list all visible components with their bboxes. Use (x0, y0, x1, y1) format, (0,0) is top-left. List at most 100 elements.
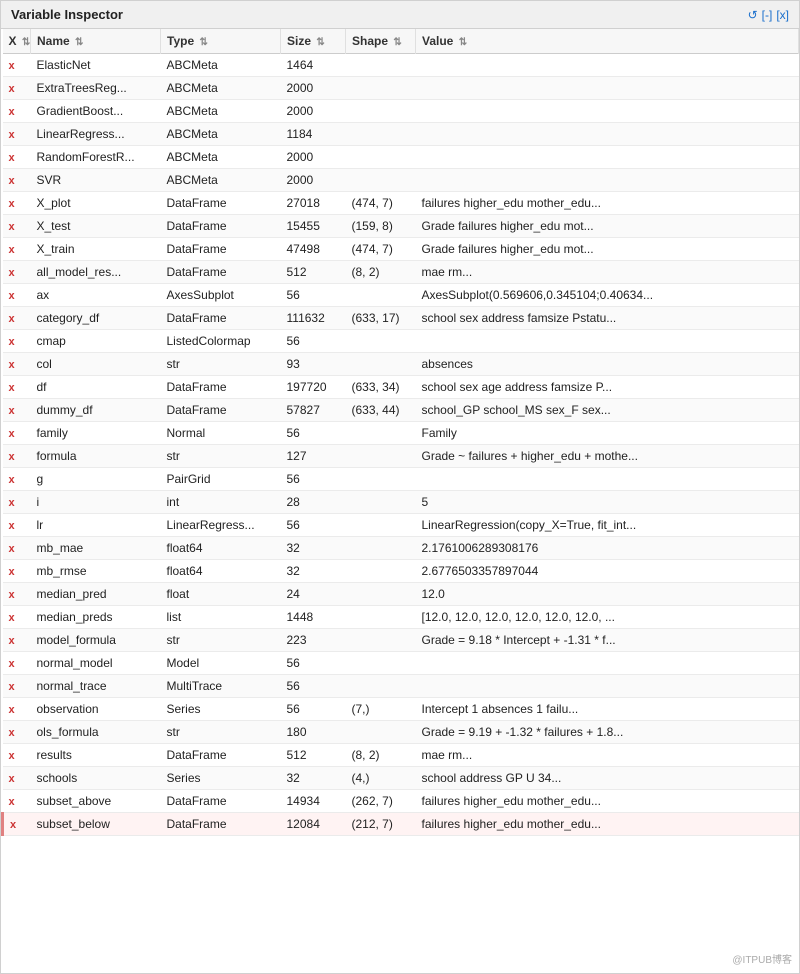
table-row[interactable]: xgPairGrid56 (3, 468, 799, 491)
delete-variable-button[interactable]: x (9, 704, 15, 716)
delete-variable-button[interactable]: x (9, 681, 15, 693)
delete-variable-button[interactable]: x (9, 129, 15, 141)
delete-variable-button[interactable]: x (9, 497, 15, 509)
variable-name: schools (31, 767, 161, 790)
table-row[interactable]: xobservationSeries56(7,)Intercept 1 abse… (3, 698, 799, 721)
table-row[interactable]: xX_testDataFrame15455(159, 8)Grade failu… (3, 215, 799, 238)
delete-variable-button[interactable]: x (9, 566, 15, 578)
delete-variable-button[interactable]: x (9, 267, 15, 279)
table-row[interactable]: xsubset_aboveDataFrame14934(262, 7)failu… (3, 790, 799, 813)
table-row[interactable]: xnormal_traceMultiTrace56 (3, 675, 799, 698)
table-row[interactable]: xElasticNetABCMeta1464 (3, 54, 799, 77)
delete-variable-button[interactable]: x (9, 796, 15, 808)
table-row[interactable]: xiint285 (3, 491, 799, 514)
delete-variable-button[interactable]: x (9, 244, 15, 256)
table-row[interactable]: xdfDataFrame197720(633, 34)school sex ag… (3, 376, 799, 399)
table-row[interactable]: xX_plotDataFrame27018(474, 7)failures hi… (3, 192, 799, 215)
delete-variable-button[interactable]: x (9, 543, 15, 555)
table-row[interactable]: xmedian_predslist1448[12.0, 12.0, 12.0, … (3, 606, 799, 629)
table-row[interactable]: xmodel_formulastr223Grade = 9.18 * Inter… (3, 629, 799, 652)
table-row[interactable]: xGradientBoost...ABCMeta2000 (3, 100, 799, 123)
delete-variable-button[interactable]: x (9, 198, 15, 210)
refresh-button[interactable]: ↺ (748, 8, 758, 22)
variable-value: school address GP U 34... (416, 767, 799, 790)
delete-variable-button[interactable]: x (9, 520, 15, 532)
delete-variable-button[interactable]: x (9, 313, 15, 325)
delete-variable-button[interactable]: x (9, 60, 15, 72)
delete-variable-button[interactable]: x (10, 819, 16, 831)
col-header-size[interactable]: Size ⇅ (281, 29, 346, 54)
delete-variable-button[interactable]: x (9, 152, 15, 164)
delete-variable-button[interactable]: x (9, 83, 15, 95)
variable-name: median_pred (31, 583, 161, 606)
variable-name: ax (31, 284, 161, 307)
table-row[interactable]: xnormal_modelModel56 (3, 652, 799, 675)
table-row[interactable]: xmedian_predfloat2412.0 (3, 583, 799, 606)
delete-variable-button[interactable]: x (9, 612, 15, 624)
table-row[interactable]: xmb_rmsefloat64322.6776503357897044 (3, 560, 799, 583)
variable-name: formula (31, 445, 161, 468)
delete-variable-button[interactable]: x (9, 290, 15, 302)
table-row[interactable]: xmb_maefloat64322.1761006289308176 (3, 537, 799, 560)
minimize-button[interactable]: [-] (762, 8, 773, 22)
delete-variable-button[interactable]: x (9, 336, 15, 348)
table-row[interactable]: xdummy_dfDataFrame57827(633, 44)school_G… (3, 399, 799, 422)
variable-size: 2000 (281, 100, 346, 123)
delete-variable-button[interactable]: x (9, 221, 15, 233)
delete-variable-button[interactable]: x (9, 589, 15, 601)
delete-variable-button[interactable]: x (9, 658, 15, 670)
table-row[interactable]: xSVRABCMeta2000 (3, 169, 799, 192)
table-row[interactable]: xsubset_belowDataFrame12084(212, 7)failu… (3, 813, 799, 836)
delete-variable-button[interactable]: x (9, 750, 15, 762)
delete-variable-button[interactable]: x (9, 451, 15, 463)
variable-size: 2000 (281, 169, 346, 192)
variable-value: LinearRegression(copy_X=True, fit_int... (416, 514, 799, 537)
delete-variable-button[interactable]: x (9, 428, 15, 440)
variable-value (416, 77, 799, 100)
variable-shape: (633, 34) (346, 376, 416, 399)
table-row[interactable]: xExtraTreesReg...ABCMeta2000 (3, 77, 799, 100)
table-row[interactable]: xcolstr93absences (3, 353, 799, 376)
delete-variable-button[interactable]: x (9, 405, 15, 417)
variable-name: ols_formula (31, 721, 161, 744)
variable-shape (346, 721, 416, 744)
variable-value: 12.0 (416, 583, 799, 606)
col-header-x[interactable]: X ⇅ (3, 29, 31, 54)
delete-variable-button[interactable]: x (9, 106, 15, 118)
variable-size: 56 (281, 675, 346, 698)
delete-variable-button[interactable]: x (9, 382, 15, 394)
variable-type: float (161, 583, 281, 606)
col-header-name[interactable]: Name ⇅ (31, 29, 161, 54)
table-row[interactable]: xX_trainDataFrame47498(474, 7)Grade fail… (3, 238, 799, 261)
table-row[interactable]: xols_formulastr180Grade = 9.19 + -1.32 *… (3, 721, 799, 744)
variable-shape (346, 123, 416, 146)
variable-size: 56 (281, 514, 346, 537)
table-row[interactable]: xall_model_res...DataFrame512(8, 2)mae r… (3, 261, 799, 284)
delete-variable-button[interactable]: x (9, 175, 15, 187)
col-header-shape[interactable]: Shape ⇅ (346, 29, 416, 54)
variable-name: X_test (31, 215, 161, 238)
delete-variable-button[interactable]: x (9, 635, 15, 647)
table-row[interactable]: xschoolsSeries32(4,)school address GP U … (3, 767, 799, 790)
table-row[interactable]: xcategory_dfDataFrame111632(633, 17)scho… (3, 307, 799, 330)
table-row[interactable]: xresultsDataFrame512(8, 2)mae rm... (3, 744, 799, 767)
delete-variable-button[interactable]: x (9, 474, 15, 486)
table-row[interactable]: xcmapListedColormap56 (3, 330, 799, 353)
table-row[interactable]: xformulastr127Grade ~ failures + higher_… (3, 445, 799, 468)
close-button[interactable]: [x] (776, 8, 789, 22)
table-row[interactable]: xLinearRegress...ABCMeta1184 (3, 123, 799, 146)
table-row[interactable]: xaxAxesSubplot56AxesSubplot(0.569606,0.3… (3, 284, 799, 307)
delete-variable-button[interactable]: x (9, 727, 15, 739)
variable-value (416, 468, 799, 491)
delete-variable-button[interactable]: x (9, 359, 15, 371)
table-row[interactable]: xlrLinearRegress...56LinearRegression(co… (3, 514, 799, 537)
delete-variable-button[interactable]: x (9, 773, 15, 785)
variable-type: PairGrid (161, 468, 281, 491)
variable-size: 223 (281, 629, 346, 652)
variable-value: failures higher_edu mother_edu... (416, 813, 799, 836)
col-header-type[interactable]: Type ⇅ (161, 29, 281, 54)
table-row[interactable]: xRandomForestR...ABCMeta2000 (3, 146, 799, 169)
table-row[interactable]: xfamilyNormal56Family (3, 422, 799, 445)
variable-value: absences (416, 353, 799, 376)
col-header-value[interactable]: Value ⇅ (416, 29, 799, 54)
